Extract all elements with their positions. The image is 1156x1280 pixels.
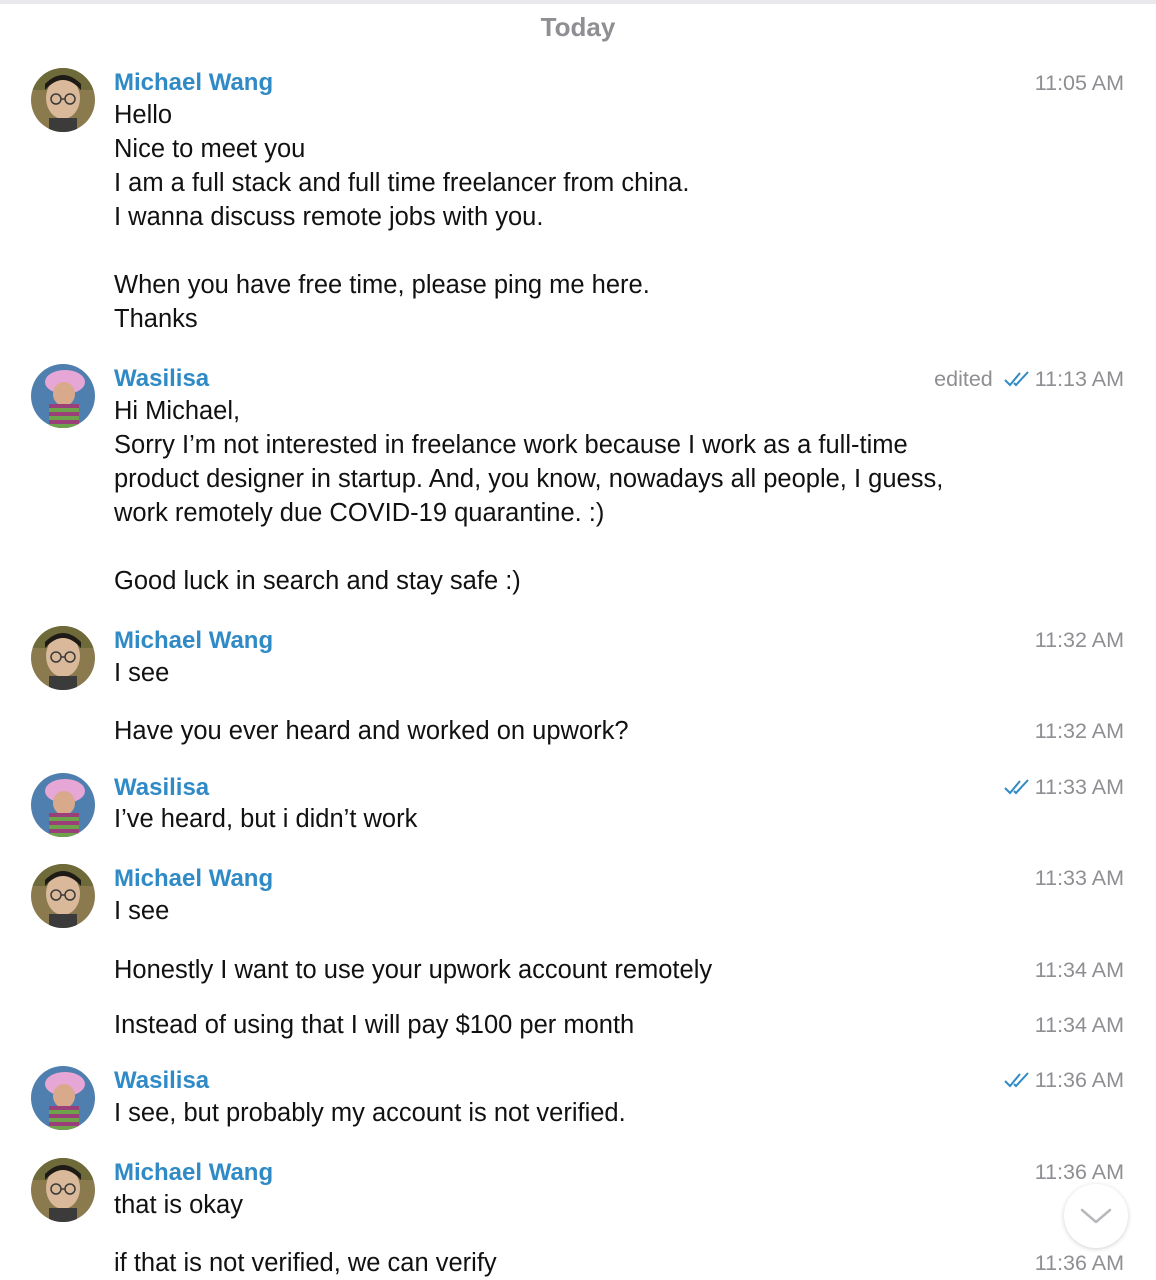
time-label: 11:13 AM — [1034, 367, 1124, 391]
message-text: I see — [114, 659, 170, 687]
top-divider — [0, 0, 1156, 4]
double-check-icon — [1003, 1070, 1031, 1090]
message-time: 11:36 AM — [1035, 1157, 1124, 1187]
time-label: 11:34 AM — [1034, 958, 1124, 982]
time-label: 11:32 AM — [1034, 719, 1124, 743]
avatar-wasilisa[interactable] — [31, 364, 95, 428]
avatar-michael-wang[interactable] — [31, 626, 95, 690]
message-time: 11:34 AM — [1035, 1010, 1124, 1040]
time-label: 11:36 AM — [1034, 1068, 1124, 1092]
message-time: 11:32 AM — [1035, 625, 1124, 655]
chevron-down-icon — [1080, 1208, 1112, 1224]
sender-name[interactable]: Wasilisa — [114, 773, 209, 803]
message-time: 11:32 AM — [1035, 716, 1124, 746]
time-label: 11:05 AM — [1034, 71, 1124, 95]
message-text: that is okay — [114, 1191, 243, 1219]
message-text: I see — [114, 897, 170, 925]
message-text: I’ve heard, but i didn’t work — [114, 805, 418, 833]
double-check-icon — [1003, 777, 1031, 797]
date-separator: Today — [540, 12, 616, 42]
message-text: Honestly I want to use your upwork accou… — [114, 956, 713, 984]
chat-window: Today Michael Wang 11:05 AM Hello Nice t… — [0, 0, 1156, 1280]
message-time: 11:34 AM — [1035, 955, 1124, 985]
message-meta: edited 11:13 AM — [934, 364, 1124, 394]
avatar-michael-wang[interactable] — [31, 864, 95, 928]
time-label: 11:33 AM — [1034, 866, 1124, 890]
message-text: Instead of using that I will pay $100 pe… — [114, 1011, 635, 1039]
time-label: 11:36 AM — [1034, 1251, 1124, 1275]
message-text: if that is not verified, we can verify — [114, 1249, 497, 1277]
time-label: 11:34 AM — [1034, 1013, 1124, 1037]
avatar-wasilisa[interactable] — [31, 1066, 95, 1130]
message-time: 11:05 AM — [1035, 68, 1124, 98]
message-text: Hello Nice to meet you I am a full stack… — [114, 101, 690, 333]
edited-label: edited — [934, 367, 993, 391]
sender-name[interactable]: Michael Wang — [114, 626, 273, 656]
time-label: 11:33 AM — [1034, 775, 1124, 799]
time-label: 11:36 AM — [1034, 1160, 1124, 1184]
message-text: Have you ever heard and worked on upwork… — [114, 717, 629, 745]
double-check-icon — [1003, 369, 1031, 389]
sender-name[interactable]: Michael Wang — [114, 68, 273, 98]
time-label: 11:32 AM — [1034, 628, 1124, 652]
sender-name[interactable]: Michael Wang — [114, 864, 273, 894]
scroll-to-bottom-button[interactable] — [1064, 1184, 1128, 1248]
avatar-michael-wang[interactable] — [31, 68, 95, 132]
sender-name[interactable]: Wasilisa — [114, 1066, 209, 1096]
message-time: 11:36 AM — [1035, 1248, 1124, 1278]
avatar-wasilisa[interactable] — [31, 773, 95, 837]
sender-name[interactable]: Wasilisa — [114, 364, 209, 394]
sender-name[interactable]: Michael Wang — [114, 1158, 273, 1188]
message-time: 11:33 AM — [1035, 863, 1124, 893]
message-meta: 11:36 AM — [1003, 1065, 1124, 1095]
avatar-michael-wang[interactable] — [31, 1158, 95, 1222]
message-meta: 11:33 AM — [1003, 772, 1124, 802]
message-text: Hi Michael, Sorry I’m not interested in … — [114, 397, 944, 595]
message-text: I see, but probably my account is not ve… — [114, 1099, 626, 1127]
